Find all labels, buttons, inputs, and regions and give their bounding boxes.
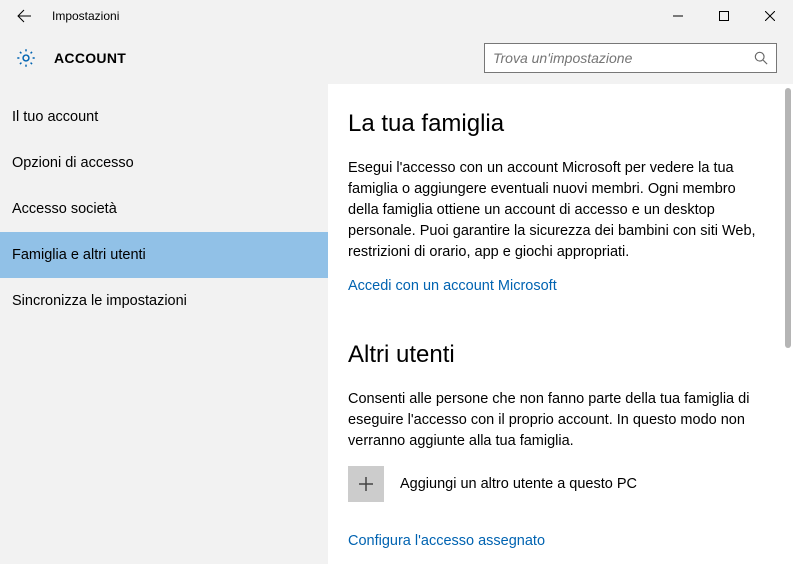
add-user-label: Aggiungi un altro utente a questo PC xyxy=(400,476,637,492)
search-icon[interactable] xyxy=(746,44,776,72)
signin-microsoft-link[interactable]: Accedi con un account Microsoft xyxy=(348,278,557,294)
window-title: Impostazioni xyxy=(48,9,119,23)
scrollbar[interactable] xyxy=(785,88,791,348)
sidebar-item-family-users[interactable]: Famiglia e altri utenti xyxy=(0,232,328,278)
page-title: ACCOUNT xyxy=(54,50,126,66)
sidebar-item-work-access[interactable]: Accesso società xyxy=(0,186,328,232)
close-button[interactable] xyxy=(747,0,793,32)
search-input[interactable] xyxy=(485,44,746,72)
sidebar-item-sync-settings[interactable]: Sincronizza le impostazioni xyxy=(0,278,328,324)
family-section-text: Esegui l'accesso con un account Microsof… xyxy=(348,158,761,263)
titlebar: Impostazioni xyxy=(0,0,793,32)
add-user-button[interactable] xyxy=(348,466,384,502)
other-users-section-text: Consenti alle persone che non fanno part… xyxy=(348,389,761,452)
gear-icon xyxy=(14,46,38,70)
search-box[interactable] xyxy=(484,43,777,73)
sidebar-item-label: Accesso società xyxy=(12,201,117,217)
minimize-button[interactable] xyxy=(655,0,701,32)
maximize-button[interactable] xyxy=(701,0,747,32)
sidebar-item-signin-options[interactable]: Opzioni di accesso xyxy=(0,140,328,186)
header: ACCOUNT xyxy=(0,32,793,84)
content-area: La tua famiglia Esegui l'accesso con un … xyxy=(328,84,793,564)
family-section-title: La tua famiglia xyxy=(348,110,761,138)
sidebar-item-label: Sincronizza le impostazioni xyxy=(12,293,187,309)
sidebar-item-your-account[interactable]: Il tuo account xyxy=(0,94,328,140)
back-button[interactable] xyxy=(0,0,48,32)
other-users-section-title: Altri utenti xyxy=(348,341,761,369)
assigned-access-link[interactable]: Configura l'accesso assegnato xyxy=(348,533,545,549)
sidebar-item-label: Famiglia e altri utenti xyxy=(12,247,146,263)
sidebar: Il tuo account Opzioni di accesso Access… xyxy=(0,84,328,564)
sidebar-item-label: Il tuo account xyxy=(12,109,98,125)
sidebar-item-label: Opzioni di accesso xyxy=(12,155,134,171)
